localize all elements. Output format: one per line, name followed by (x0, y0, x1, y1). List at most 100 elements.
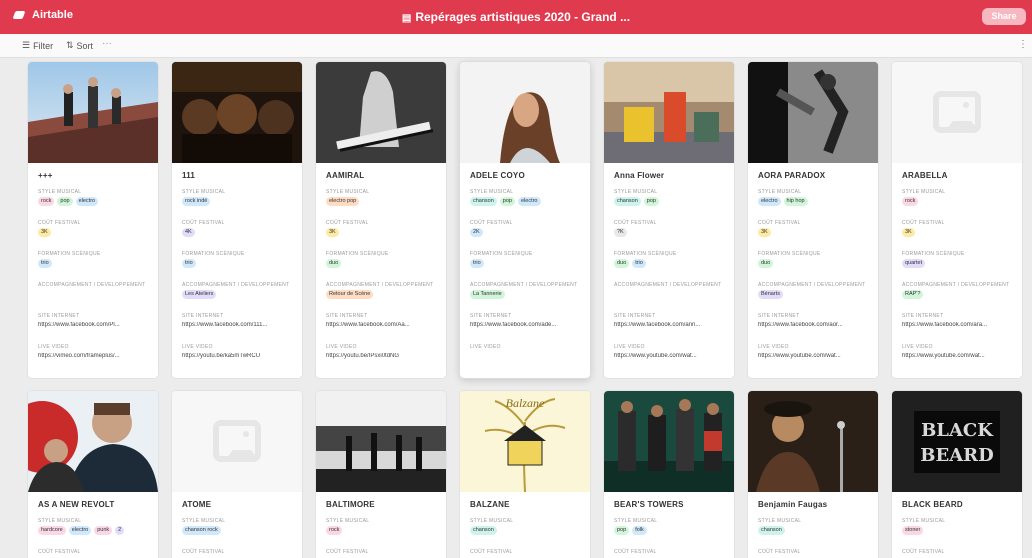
live-video-link[interactable]: https://www.youtube.com/wat... (902, 353, 1018, 359)
field-label: STYLE MUSICAL (902, 189, 946, 195)
tag-list: rock indé (182, 197, 211, 206)
filter-button[interactable]: ☰ Filter (22, 40, 53, 51)
field-tag: hip hop (783, 197, 808, 206)
live-video-link[interactable]: https://youtu.be/IPsxi0tdNG (326, 353, 442, 359)
card-title: BEAR'S TOWERS (614, 500, 684, 509)
tag-list: chanson rock (182, 526, 221, 535)
website-link[interactable]: https://www.facebook.com/ara... (902, 322, 1018, 328)
record-card[interactable]: ATOME STYLE MUSICAL chanson rock COÛT FESTI… (172, 391, 302, 558)
record-card[interactable]: AORA PARADOX STYLE MUSICAL electro hip hop C… (748, 62, 878, 378)
live-video-link[interactable]: https://youtu.be/ka5mTwRCU (182, 353, 298, 359)
field-label: STYLE MUSICAL (470, 189, 514, 195)
website-link[interactable]: https://www.facebook.com/aor... (758, 322, 874, 328)
website-link[interactable]: https://www.facebook.com/Aa... (326, 322, 442, 328)
field-label: ACCOMPAGNEMENT / DEVELOPPEMENT (758, 282, 866, 288)
cover-image (748, 62, 878, 163)
record-card[interactable]: ARABELLA STYLE MUSICAL rock COÛT FESTIVAL 3K… (892, 62, 1022, 378)
cover-image: Balzane (460, 391, 590, 492)
field-label: SITE INTERNET (326, 313, 368, 319)
tag-list: hardcore electro punk 2 (38, 526, 125, 535)
field-tag: chanson (470, 197, 497, 206)
website-link[interactable]: https://www.facebook.com/ade... (470, 322, 586, 328)
field-tag: Bénarts (758, 290, 783, 299)
tag-list: La Tannerie (470, 290, 505, 299)
field-tag: pop (499, 197, 515, 206)
field-tag: 3K (758, 228, 771, 237)
field-tag: rock (326, 526, 343, 535)
cover-image (604, 391, 734, 492)
tag-list: trio (182, 259, 196, 268)
more-options-icon[interactable]: ··· (102, 38, 112, 49)
field-tag: chanson rock (182, 526, 221, 535)
tag-list: 3K (326, 228, 339, 237)
field-label: FORMATION SCÉNIQUE (902, 251, 965, 257)
tag-list: rock pop electro (38, 197, 99, 206)
live-video-link[interactable]: https://www.youtube.com/wat... (758, 353, 874, 359)
app-header: Airtable ▤ Repérages artistiques 2020 - G… (0, 0, 1032, 34)
tag-list: chanson (470, 526, 497, 535)
field-label: LIVE VIDEO (182, 344, 213, 350)
record-card[interactable]: AAMIRAL STYLE MUSICAL electro pop COÛT FEST… (316, 62, 446, 378)
field-tag: 3K (326, 228, 339, 237)
tag-list: chanson pop electro (470, 197, 541, 206)
share-button[interactable]: Share (982, 8, 1026, 25)
field-label: FORMATION SCÉNIQUE (614, 251, 677, 257)
website-link[interactable]: https://www.facebook.com/111... (182, 322, 298, 328)
sort-icon: ⇅ (66, 40, 74, 50)
record-card[interactable]: Benjamin Faugas STYLE MUSICAL chanson COÛT … (748, 391, 878, 558)
tag-list: quartet (902, 259, 926, 268)
live-video-link[interactable]: https://www.youtube.com/wat... (614, 353, 730, 359)
website-link[interactable]: https://www.facebook.com/ann... (614, 322, 730, 328)
tag-list: Bénarts (758, 290, 783, 299)
card-title: +++ (38, 171, 53, 180)
base-title[interactable]: ▤ Repérages artistiques 2020 - Grand ... (0, 10, 1032, 24)
tag-list: chanson (758, 526, 785, 535)
field-tag: rock (902, 197, 919, 206)
field-tag: 3K (38, 228, 51, 237)
record-card[interactable]: AS A NEW REVOLT STYLE MUSICAL hardcore elec… (28, 391, 158, 558)
field-label: LIVE VIDEO (470, 344, 501, 350)
field-label: STYLE MUSICAL (758, 189, 802, 195)
record-card[interactable]: Balzane BALZANE STYLE MUSICAL chanson COÛT F… (460, 391, 590, 558)
record-card[interactable]: ADELE COYO STYLE MUSICAL chanson pop electro… (460, 62, 590, 378)
field-label: COÛT FESTIVAL (614, 549, 657, 555)
record-card[interactable]: BLACK BEARD BLACK BEARD STYLE MUSICAL stoner… (892, 391, 1022, 558)
field-label: STYLE MUSICAL (614, 189, 658, 195)
record-card[interactable]: +++ STYLE MUSICAL rock pop electro COÛT FESTI… (28, 62, 158, 378)
field-label: COÛT FESTIVAL (38, 549, 81, 555)
tag-list: 3K (758, 228, 771, 237)
field-tag: stoner (902, 526, 924, 535)
field-label: COÛT FESTIVAL (182, 220, 225, 226)
cover-logo-text: BLACK (921, 420, 994, 441)
record-card[interactable]: BEAR'S TOWERS STYLE MUSICAL pop folk COÛT FE… (604, 391, 734, 558)
field-label: SITE INTERNET (182, 313, 224, 319)
card-title: ATOME (182, 500, 212, 509)
field-tag: Retour de Scène (326, 290, 374, 299)
field-label: ACCOMPAGNEMENT / DEVELOPPEMENT (470, 282, 578, 288)
tag-list: Les Ateliers (182, 290, 217, 299)
tag-list: duo (326, 259, 342, 268)
record-card[interactable]: BALTIMORE STYLE MUSICAL rock COÛT FESTIVAL (316, 391, 446, 558)
field-tag: trio (470, 259, 484, 268)
cover-image (460, 62, 590, 163)
field-tag: duo (758, 259, 774, 268)
field-label: COÛT FESTIVAL (38, 220, 81, 226)
view-options-icon[interactable]: ⋮ (1018, 39, 1028, 50)
field-tag: trio (38, 259, 52, 268)
sort-button[interactable]: ⇅ Sort (66, 40, 93, 51)
record-card[interactable]: 111 STYLE MUSICAL rock indé COÛT FESTIVAL 4K… (172, 62, 302, 378)
view-toolbar: ☰ Filter ⇅ Sort ··· ⋮ (0, 34, 1032, 58)
field-tag: chanson (758, 526, 785, 535)
field-tag: 2 (115, 526, 125, 535)
field-tag: electro pop (326, 197, 360, 206)
live-video-link[interactable]: https://vimeo.com/frameplus/... (38, 353, 154, 359)
card-title: AS A NEW REVOLT (38, 500, 115, 509)
field-label: ACCOMPAGNEMENT / DEVELOPPEMENT (614, 282, 722, 288)
field-tag: ?K (614, 228, 627, 237)
field-label: COÛT FESTIVAL (758, 220, 801, 226)
field-label: LIVE VIDEO (326, 344, 357, 350)
tag-list: ?K (614, 228, 627, 237)
card-title: AAMIRAL (326, 171, 365, 180)
record-card[interactable]: Anna Flower STYLE MUSICAL chanson pop COÛT F… (604, 62, 734, 378)
website-link[interactable]: https://www.facebook.com/Pl... (38, 322, 154, 328)
